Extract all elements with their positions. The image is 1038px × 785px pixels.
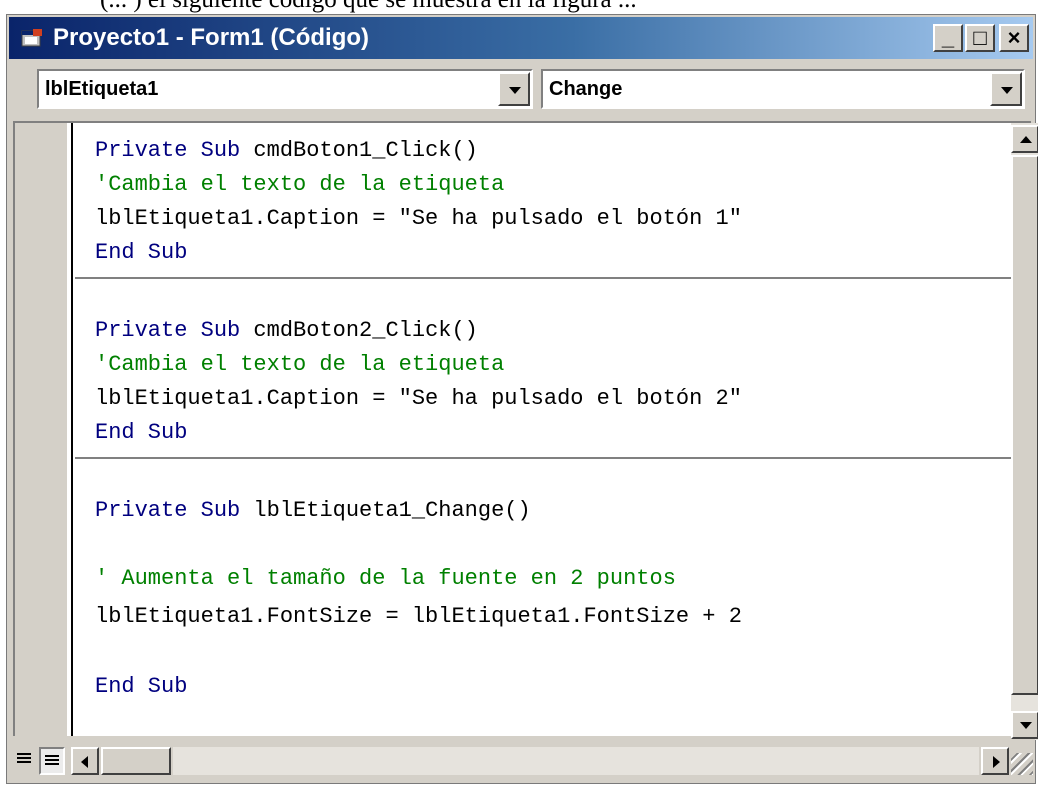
code-line[interactable]: lblEtiqueta1.Caption = "Se ha pulsado el… [95,383,742,415]
full-module-view-button[interactable] [39,747,65,775]
object-combo-dropdown-button[interactable] [498,72,530,106]
comment: 'Cambia el texto de la etiqueta [95,352,505,377]
code-line[interactable]: End Sub [95,671,187,703]
code-line[interactable]: lblEtiqueta1.Caption = "Se ha pulsado el… [95,203,742,235]
close-icon: × [1007,25,1021,50]
keyword: End Sub [95,420,188,445]
horizontal-scroll-track[interactable] [173,747,979,775]
code-text: lblEtiqueta1_Change() [240,498,531,523]
code-line[interactable]: 'Cambia el texto de la etiqueta [95,169,504,201]
code-line[interactable]: End Sub [95,417,187,449]
procedure-combo[interactable]: Change [541,69,1025,109]
window-title: Proyecto1 - Form1 (Código) [53,24,370,51]
title-bar[interactable]: Proyecto1 - Form1 (Código) _ □ × [9,17,1033,59]
procedure-combo-dropdown-button[interactable] [990,72,1022,106]
chevron-down-icon [1001,87,1013,94]
procedure-separator [75,457,1013,459]
code-line[interactable]: Private Sub cmdBoton2_Click() [95,315,478,347]
procedure-view-button[interactable] [13,747,39,775]
maximize-button[interactable]: □ [965,24,995,52]
arrow-left-icon [81,756,88,768]
chevron-down-icon [509,87,521,94]
arrow-right-icon [993,756,1000,768]
code-line[interactable]: 'Cambia el texto de la etiqueta [95,349,504,381]
comment: 'Cambia el texto de la etiqueta [95,172,505,197]
code-line[interactable]: lblEtiqueta1.FontSize = lblEtiqueta1.Fon… [95,601,742,633]
scroll-down-button[interactable] [1011,711,1038,739]
margin-divider [71,123,73,736]
vertical-scrollbar[interactable] [1011,123,1038,740]
close-button[interactable]: × [999,24,1029,52]
keyword: End Sub [95,240,188,265]
code-text: cmdBoton1_Click() [240,138,478,163]
procedure-separator [75,277,1013,279]
minimize-button[interactable]: _ [933,24,963,52]
procedure-combo-value: Change [549,78,623,100]
code-text: lblEtiqueta1.FontSize = lblEtiqueta1.Fon… [95,604,742,629]
minimize-icon: _ [941,25,955,50]
vertical-scroll-thumb[interactable] [1011,155,1038,695]
scroll-left-button[interactable] [71,747,99,775]
horizontal-scroll-thumb[interactable] [101,747,171,775]
code-line[interactable]: Private Sub cmdBoton1_Click() [95,135,478,167]
full-module-view-icon [45,755,59,767]
code-window: Proyecto1 - Form1 (Código) _ □ × lblEtiq… [6,14,1038,784]
procedure-view-icon [17,753,31,765]
page-caption-partial: (... ) el siguiente código que se muestr… [0,0,1038,14]
bottom-bar [9,739,1035,781]
keyword: Private Sub [95,138,241,163]
resize-grip[interactable] [1011,753,1033,775]
arrow-up-icon [1020,136,1032,143]
keyword: Private Sub [95,498,241,523]
code-text: cmdBoton2_Click() [240,318,478,343]
object-combo-value: lblEtiqueta1 [45,78,159,100]
comment: ' Aumenta el tamaño de la fuente en 2 pu… [95,566,676,591]
keyword: Private Sub [95,318,241,343]
editor-margin[interactable] [15,123,67,736]
code-editor[interactable]: Private Sub cmdBoton1_Click() 'Cambia el… [13,121,1031,736]
maximize-icon: □ [973,25,987,50]
arrow-down-icon [1020,722,1032,729]
scroll-up-button[interactable] [1011,125,1038,153]
object-combo[interactable]: lblEtiqueta1 [37,69,533,109]
code-line[interactable]: Private Sub lblEtiqueta1_Change() [95,495,531,527]
code-text: lblEtiqueta1.Caption = "Se ha pulsado el… [95,386,742,411]
code-line[interactable]: ' Aumenta el tamaño de la fuente en 2 pu… [95,563,676,595]
scroll-right-button[interactable] [981,747,1009,775]
code-area[interactable]: Private Sub cmdBoton1_Click() 'Cambia el… [95,131,742,699]
keyword: End Sub [95,674,188,699]
code-line[interactable]: End Sub [95,237,187,269]
code-text: lblEtiqueta1.Caption = "Se ha pulsado el… [95,206,742,231]
form-icon [21,29,42,47]
